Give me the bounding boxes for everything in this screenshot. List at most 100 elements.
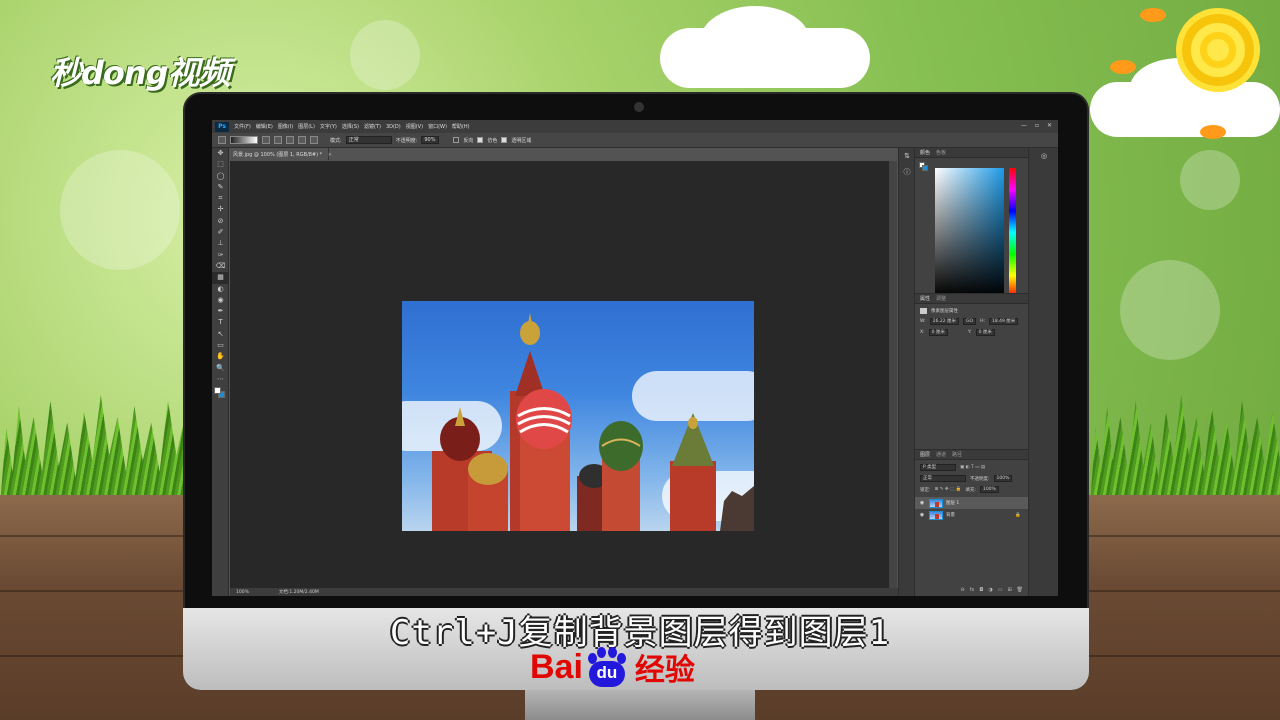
tab-color[interactable]: 颜色: [920, 149, 930, 156]
quick-select-tool-icon[interactable]: ✎: [212, 182, 229, 193]
color-panel: 颜色 色板: [915, 148, 1029, 297]
link-dimensions-icon[interactable]: GO: [963, 318, 977, 325]
adjustment-layer-icon[interactable]: ◑: [988, 587, 992, 593]
baidu-text-jingyan: 经验: [634, 653, 695, 688]
mode-select[interactable]: 正常: [345, 136, 392, 144]
brush-tool-icon[interactable]: ✐: [212, 227, 229, 238]
history-brush-tool-icon[interactable]: ✑: [212, 250, 229, 261]
menu-window[interactable]: 窗口(W): [428, 123, 447, 130]
menu-file[interactable]: 文件(F): [234, 123, 251, 130]
tab-adjustments[interactable]: 调整: [936, 295, 946, 302]
lasso-tool-icon[interactable]: ◯: [212, 171, 229, 182]
radial-gradient-icon[interactable]: [274, 136, 282, 144]
move-tool-icon[interactable]: ✥: [212, 148, 229, 159]
hue-slider[interactable]: [1009, 168, 1016, 297]
width-field[interactable]: 26.22 厘米: [929, 318, 960, 325]
blend-mode-select[interactable]: 正常: [920, 475, 966, 482]
crop-tool-icon[interactable]: ⌗: [212, 193, 229, 204]
libraries-panel-icon[interactable]: ◎: [1036, 148, 1052, 164]
layer-row-background[interactable]: ◉ 背景 🔒: [915, 509, 1029, 521]
visibility-eye-icon[interactable]: ◉: [918, 512, 926, 518]
transparency-checkbox[interactable]: [501, 137, 508, 143]
sun-illustration: [1176, 8, 1260, 92]
tab-properties[interactable]: 属性: [920, 295, 930, 302]
minimize-icon[interactable]: —: [1021, 122, 1027, 129]
dither-checkbox[interactable]: [477, 137, 484, 143]
baidu-text-bai: Bai: [530, 647, 583, 686]
more-tools-icon[interactable]: ⋯: [212, 374, 229, 385]
blur-tool-icon[interactable]: ◐: [212, 284, 229, 295]
menu-image[interactable]: 图像(I): [278, 123, 293, 130]
diamond-gradient-icon[interactable]: [310, 136, 318, 144]
layer-name[interactable]: 背景: [946, 512, 955, 518]
angle-gradient-icon[interactable]: [286, 136, 294, 144]
layer-row-layer1[interactable]: ◉ 图层 1: [915, 497, 1029, 509]
zoom-tool-icon[interactable]: 🔍: [212, 363, 229, 374]
canvas-area[interactable]: [230, 161, 889, 588]
path-select-tool-icon[interactable]: ↖: [212, 329, 229, 340]
menu-3d[interactable]: 3D(D): [386, 124, 401, 130]
tab-channels[interactable]: 通道: [936, 451, 946, 458]
group-icon[interactable]: ▭: [998, 587, 1003, 593]
close-icon[interactable]: ✕: [1047, 122, 1052, 129]
y-label: Y:: [967, 330, 972, 335]
lock-icons[interactable]: ⊞ ✎ ✥ ⬚ 🔒: [935, 487, 962, 492]
reflected-gradient-icon[interactable]: [298, 136, 306, 144]
menu-edit[interactable]: 编辑(E): [256, 123, 273, 130]
gradient-tool-icon[interactable]: ▦: [212, 272, 229, 284]
pixel-layer-icon: [920, 308, 927, 314]
maximize-icon[interactable]: ▫: [1035, 122, 1039, 129]
stamp-tool-icon[interactable]: ⊥: [212, 238, 229, 249]
link-layers-icon[interactable]: ⊖: [960, 587, 964, 593]
menu-select[interactable]: 选择(S): [342, 123, 359, 130]
menu-filter[interactable]: 滤镜(T): [364, 123, 381, 130]
pen-tool-icon[interactable]: ✒: [212, 306, 229, 317]
foreground-color-swatch[interactable]: [214, 387, 221, 395]
panel-background-swatch[interactable]: [922, 165, 928, 171]
healing-tool-icon[interactable]: ⊘: [212, 216, 229, 227]
reverse-checkbox[interactable]: [453, 137, 460, 143]
marquee-tool-icon[interactable]: ⬚: [212, 159, 229, 170]
new-layer-icon[interactable]: ⊞: [1007, 587, 1011, 593]
tool-preset-icon[interactable]: [218, 136, 226, 144]
shape-tool-icon[interactable]: ▭: [212, 340, 229, 351]
menu-view[interactable]: 视图(V): [406, 123, 423, 130]
type-tool-icon[interactable]: T: [212, 317, 229, 328]
layer-name[interactable]: 图层 1: [946, 500, 959, 506]
hand-tool-icon[interactable]: ✋: [212, 351, 229, 362]
fill-field[interactable]: 100%: [979, 486, 999, 493]
color-swatches[interactable]: [212, 385, 229, 401]
layer-opacity-field[interactable]: 100%: [993, 475, 1013, 482]
dodge-tool-icon[interactable]: ◉: [212, 295, 229, 306]
menu-help[interactable]: 帮助(H): [452, 123, 470, 130]
tab-layers[interactable]: 图层: [920, 451, 930, 458]
history-panel-icon[interactable]: ⇅: [899, 148, 915, 164]
opacity-field[interactable]: 90%: [421, 136, 440, 144]
visibility-eye-icon[interactable]: ◉: [918, 500, 926, 506]
color-field[interactable]: [935, 168, 1004, 297]
fx-icon[interactable]: fx: [970, 587, 975, 593]
layer-filter-select[interactable]: P 类型: [920, 464, 956, 471]
height-field[interactable]: 18.49 厘米: [988, 318, 1019, 325]
tab-close-icon[interactable]: ×: [328, 152, 332, 158]
menu-layer[interactable]: 图层(L): [298, 123, 315, 130]
tab-swatches[interactable]: 色板: [936, 149, 946, 156]
site-logo: 秒dong视频: [50, 54, 231, 92]
size-row: W: 26.22 厘米 GO H: 18.49 厘米: [920, 318, 1029, 325]
trash-icon[interactable]: 🗑: [1017, 587, 1023, 593]
filter-icons[interactable]: ▣ ◐ T ▭ ▤: [960, 465, 985, 470]
y-field[interactable]: 0 厘米: [975, 329, 995, 336]
mask-icon[interactable]: ◘: [979, 587, 983, 593]
x-field[interactable]: 0 厘米: [928, 329, 948, 336]
menu-type[interactable]: 文字(Y): [320, 123, 337, 130]
sun-ray: [1140, 8, 1166, 22]
linear-gradient-icon[interactable]: [262, 136, 270, 144]
status-zoom[interactable]: 100%: [236, 590, 249, 595]
gradient-swatch[interactable]: [230, 136, 258, 144]
info-panel-icon[interactable]: ⓘ: [899, 164, 915, 180]
tab-paths[interactable]: 路径: [952, 451, 962, 458]
eraser-tool-icon[interactable]: ⌫: [212, 261, 229, 272]
document-tab[interactable]: 风景.jpg @ 100% (图层 1, RGB/8#) * ×: [229, 148, 332, 160]
eyedropper-tool-icon[interactable]: ✢: [212, 204, 229, 215]
vertical-scrollbar[interactable]: [889, 161, 897, 588]
